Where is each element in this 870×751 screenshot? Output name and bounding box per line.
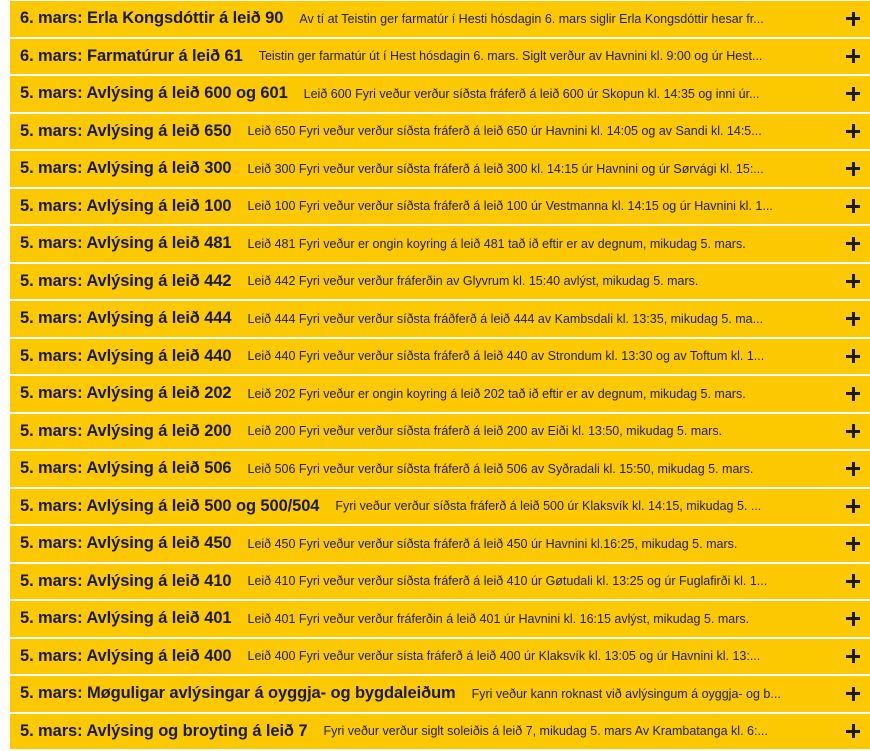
notice-summary: Leið 440 Fyri veður verður síðsta fráfer…: [247, 349, 765, 364]
plus-icon[interactable]: [846, 499, 860, 514]
notice-title: 5. mars: Møguligar avlýsingar á oyggja- …: [20, 684, 456, 703]
notice-title: 5. mars: Avlýsing á leið 401: [20, 609, 232, 628]
notice-accordion-list: 6. mars: Erla Kongsdóttir á leið 90 Av tí…: [10, 1, 870, 751]
notice-summary: Fyri veður kann roknast við avlýsingum á…: [471, 686, 781, 701]
notice-summary: Leið 650 Fyri veður verður síðsta fráfer…: [247, 124, 762, 139]
notice-title: 5. mars: Avlýsing á leið 410: [20, 571, 232, 590]
notice-summary: Leið 444 Fyri veður verður síðsta fráðfe…: [247, 311, 764, 326]
plus-icon[interactable]: [846, 274, 860, 289]
plus-icon[interactable]: [846, 124, 860, 139]
plus-icon[interactable]: [846, 11, 860, 26]
plus-icon[interactable]: [846, 236, 860, 251]
notice-summary: Leið 410 Fyri veður verður síðsta fráfer…: [247, 574, 768, 589]
notice-summary: Fyri veður verður síðsta fráferð á leið …: [335, 499, 762, 514]
notice-summary: Leið 401 Fyri veður verður fráferðin á l…: [247, 611, 750, 626]
notice-item[interactable]: 6. mars: Erla Kongsdóttir á leið 90 Av tí…: [10, 1, 870, 37]
notice-summary: Leið 450 Fyri veður verður síðsta fráfer…: [247, 536, 738, 551]
plus-icon[interactable]: [846, 574, 860, 589]
notice-title: 5. mars: Avlýsing á leið 202: [20, 384, 232, 403]
notice-summary: Leið 300 Fyri veður verður síðsta fráfer…: [247, 161, 764, 176]
plus-icon[interactable]: [846, 199, 860, 214]
notice-item[interactable]: 5. mars: Avlýsing á leið 442 Leið 442 Fyr…: [10, 263, 870, 299]
plus-icon[interactable]: [846, 386, 860, 401]
notice-title: 5. mars: Avlýsing á leið 444: [20, 309, 232, 328]
plus-icon[interactable]: [846, 86, 860, 101]
notice-item[interactable]: 5. mars: Avlýsing á leið 100 Leið 100 Fyr…: [10, 188, 870, 224]
notice-item[interactable]: 5. mars: Avlýsing á leið 401 Leið 401 Fyr…: [10, 601, 870, 637]
notice-summary: Av tí at Teistin ger farmatúr í Hesti hó…: [299, 11, 764, 26]
notice-item[interactable]: 5. mars: Avlýsing á leið 200 Leið 200 Fyr…: [10, 413, 870, 449]
notice-title: 5. mars: Avlýsing á leið 400: [20, 646, 232, 665]
notice-item[interactable]: 5. mars: Avlýsing á leið 506 Leið 506 Fyr…: [10, 451, 870, 487]
notice-summary: Leið 202 Fyri veður er ongin koyring á l…: [247, 386, 746, 401]
plus-icon[interactable]: [846, 461, 860, 476]
notice-summary: Leið 506 Fyri veður verður síðsta fráfer…: [247, 461, 754, 476]
notice-title: 5. mars: Avlýsing á leið 650: [20, 121, 232, 140]
plus-icon[interactable]: [846, 424, 860, 439]
plus-icon[interactable]: [846, 161, 860, 176]
notice-item[interactable]: 5. mars: Avlýsing á leið 650 Leið 650 Fyr…: [10, 113, 870, 149]
notice-item[interactable]: 5. mars: Avlýsing á leið 450 Leið 450 Fyr…: [10, 526, 870, 562]
notice-summary: Teistin ger farmatúr út í Hest hósdagin …: [258, 49, 763, 64]
notice-item[interactable]: 5. mars: Møguligar avlýsingar á oyggja- …: [10, 676, 870, 712]
notice-item[interactable]: 5. mars: Avlýsing á leið 410 Leið 410 Fyr…: [10, 563, 870, 599]
notice-title: 5. mars: Avlýsing á leið 500 og 500/504: [20, 496, 320, 515]
notice-item[interactable]: 5. mars: Avlýsing á leið 202 Leið 202 Fyr…: [10, 376, 870, 412]
notice-item[interactable]: 5. mars: Avlýsing á leið 500 og 500/504 F…: [10, 488, 870, 524]
notice-title: 5. mars: Avlýsing á leið 200: [20, 421, 232, 440]
notice-summary: Fyri veður verður siglt soleiðis á leið …: [323, 724, 768, 739]
notice-title: 5. mars: Avlýsing og broyting á leið 7: [20, 721, 308, 740]
plus-icon[interactable]: [846, 311, 860, 326]
notice-summary: Leið 481 Fyri veður er ongin koyring á l…: [247, 236, 746, 251]
notice-item[interactable]: 5. mars: Avlýsing á leið 300 Leið 300 Fyr…: [10, 151, 870, 187]
notice-item[interactable]: 5. mars: Avlýsing á leið 600 og 601 Leið …: [10, 76, 870, 112]
notice-title: 5. mars: Avlýsing á leið 600 og 601: [20, 84, 288, 103]
notice-title: 5. mars: Avlýsing á leið 100: [20, 196, 232, 215]
notice-title: 6. mars: Erla Kongsdóttir á leið 90: [20, 9, 284, 28]
plus-icon[interactable]: [846, 724, 860, 739]
notice-title: 5. mars: Avlýsing á leið 450: [20, 534, 232, 553]
plus-icon[interactable]: [846, 536, 860, 551]
notice-item[interactable]: 5. mars: Avlýsing á leið 400 Leið 400 Fyr…: [10, 638, 870, 674]
plus-icon[interactable]: [846, 686, 860, 701]
notice-item[interactable]: 5. mars: Avlýsing á leið 444 Leið 444 Fyr…: [10, 301, 870, 337]
notice-item[interactable]: 5. mars: Avlýsing á leið 440 Leið 440 Fyr…: [10, 338, 870, 374]
notice-title: 5. mars: Avlýsing á leið 440: [20, 346, 232, 365]
plus-icon[interactable]: [846, 611, 860, 626]
notice-summary: Leið 200 Fyri veður verður síðsta fráfer…: [247, 424, 723, 439]
notice-item[interactable]: 5. mars: Avlýsing og broyting á leið 7 Fy…: [10, 713, 870, 749]
notice-summary: Leið 100 Fyri veður verður síðsta fráfer…: [247, 199, 773, 214]
plus-icon[interactable]: [846, 349, 860, 364]
notice-title: 5. mars: Avlýsing á leið 300: [20, 159, 232, 178]
notice-title: 5. mars: Avlýsing á leið 506: [20, 459, 232, 478]
notice-summary: Leið 600 Fyri veður verður síðsta fráfer…: [303, 86, 760, 101]
plus-icon[interactable]: [846, 649, 860, 664]
notice-summary: Leið 400 Fyri veður verður sísta fráferð…: [247, 649, 761, 664]
notice-item[interactable]: 5. mars: Avlýsing á leið 481 Leið 481 Fyr…: [10, 226, 870, 262]
plus-icon[interactable]: [846, 49, 860, 64]
notice-item[interactable]: 6. mars: Farmatúrur á leið 61 Teistin ger…: [10, 38, 870, 74]
notice-title: 5. mars: Avlýsing á leið 481: [20, 234, 232, 253]
notice-summary: Leið 442 Fyri veður verður fráferðin av …: [247, 274, 699, 289]
notice-title: 5. mars: Avlýsing á leið 442: [20, 271, 232, 290]
notice-title: 6. mars: Farmatúrur á leið 61: [20, 46, 243, 65]
